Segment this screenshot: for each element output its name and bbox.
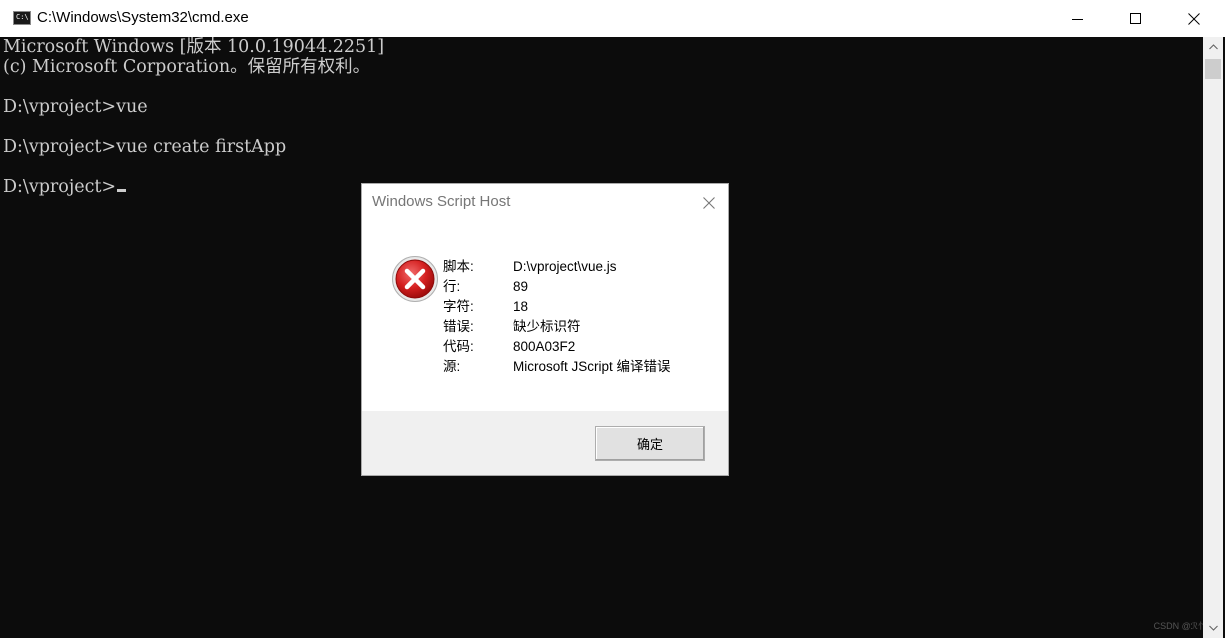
console-icon-text: C:\: [16, 13, 29, 21]
chevron-up-icon: [1208, 44, 1218, 50]
detail-value: 18: [513, 299, 529, 314]
minimize-icon: [1072, 18, 1083, 20]
ok-button[interactable]: 确定: [595, 426, 705, 461]
detail-label: 字符:: [443, 299, 474, 314]
detail-value: 800A03F2: [513, 339, 576, 354]
text-cursor: [117, 189, 127, 192]
dialog-title: Windows Script Host: [372, 193, 511, 210]
detail-value: Microsoft JScript 编译错误: [513, 359, 671, 374]
console-line: (c) Microsoft Corporation。保留所有权利。: [3, 57, 371, 77]
chevron-down-icon: [1208, 625, 1218, 631]
console-line: D:\vproject>vue: [3, 97, 148, 117]
error-icon: [392, 256, 438, 302]
maximize-button[interactable]: [1107, 0, 1165, 37]
detail-label: 错误:: [443, 319, 474, 334]
close-button[interactable]: [1165, 0, 1223, 37]
title-bar[interactable]: C:\ C:\Windows\System32\cmd.exe: [0, 0, 1225, 37]
close-icon: [703, 197, 715, 209]
detail-label: 代码:: [443, 339, 474, 354]
detail-label: 脚本:: [443, 259, 474, 274]
dialog-button-bar: 确定: [362, 411, 728, 475]
scroll-up-button[interactable]: [1203, 37, 1223, 57]
error-dialog: Windows Script Host 脚本: D:\vproject\vue.…: [361, 183, 729, 476]
scroll-thumb[interactable]: [1205, 59, 1221, 79]
dialog-close-button[interactable]: [695, 190, 723, 216]
watermark: CSDN @ℛ忄: [1153, 621, 1207, 631]
minimize-button[interactable]: [1049, 0, 1107, 37]
console-line: D:\vproject>vue create firstApp: [3, 137, 287, 157]
vertical-scrollbar[interactable]: [1203, 37, 1223, 638]
console-line: Microsoft Windows [版本 10.0.19044.2251]: [3, 37, 385, 57]
detail-value: 89: [513, 279, 529, 294]
console-prompt-line: D:\vproject>: [3, 177, 127, 197]
close-icon: [1188, 12, 1200, 25]
detail-value: 缺少标识符: [513, 319, 581, 334]
detail-label: 源:: [443, 359, 461, 374]
detail-value: D:\vproject\vue.js: [513, 259, 617, 274]
window-frame-bottom: [0, 638, 1225, 642]
window-title: C:\Windows\System32\cmd.exe: [37, 9, 249, 26]
console-icon[interactable]: C:\: [13, 11, 31, 25]
console-prompt: D:\vproject>: [3, 177, 117, 197]
maximize-icon: [1130, 12, 1141, 24]
detail-label: 行:: [443, 279, 461, 294]
